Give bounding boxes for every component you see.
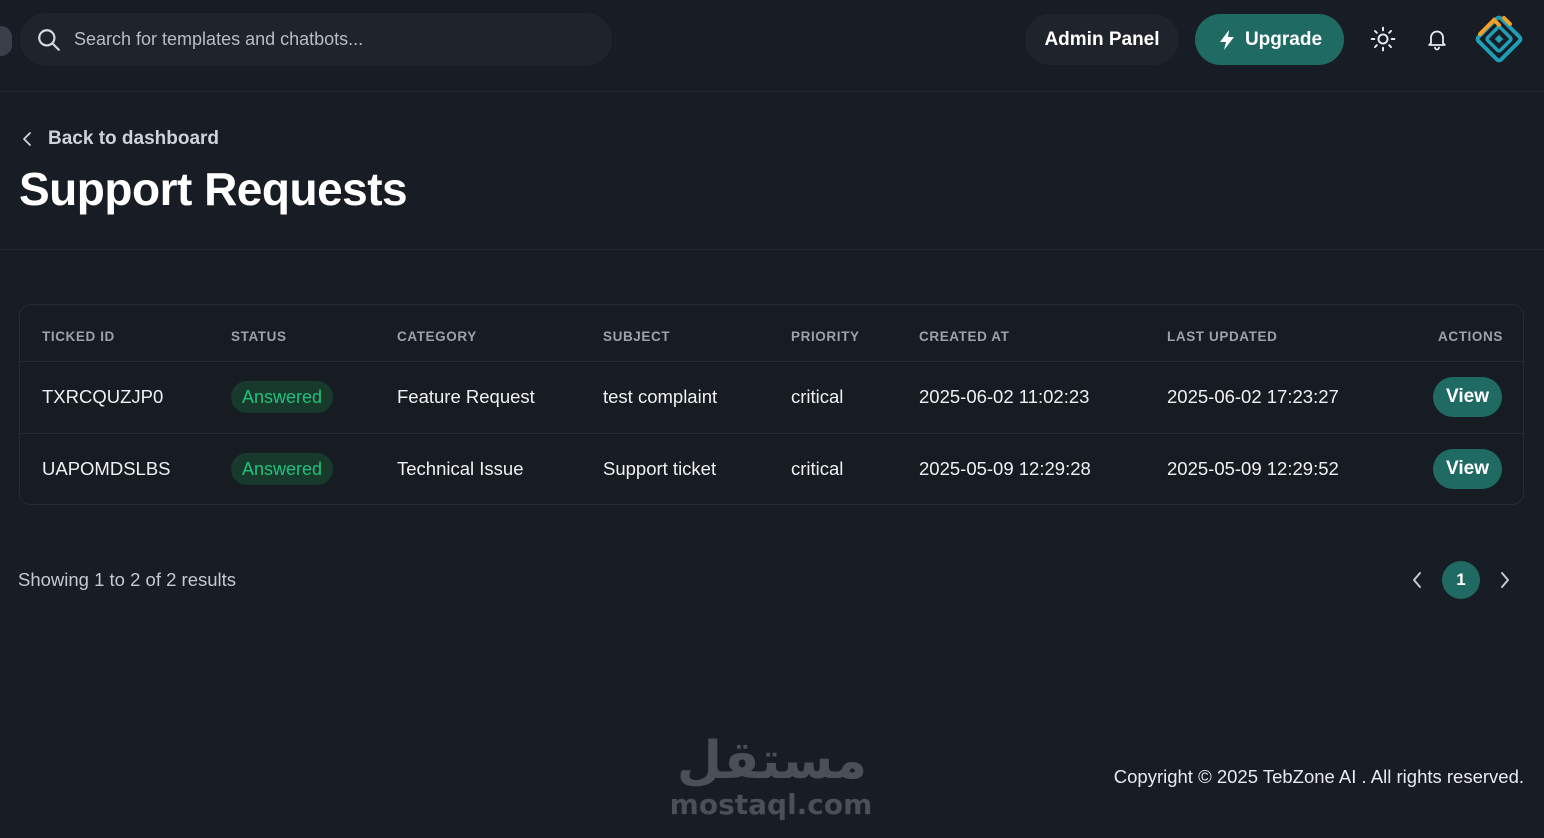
user-avatar[interactable]	[1474, 14, 1524, 64]
top-bar: Admin Panel Upgrade	[0, 0, 1544, 92]
support-requests-table: TICKED ID STATUS CATEGORY SUBJECT PRIORI…	[19, 304, 1524, 505]
column-header-ticket-id: TICKED ID	[42, 329, 115, 344]
upgrade-button[interactable]: Upgrade	[1195, 14, 1344, 65]
column-header-created-at: CREATED AT	[919, 329, 1010, 344]
priority-cell: critical	[791, 386, 844, 407]
column-header-subject: SUBJECT	[603, 329, 671, 344]
page-title: Support Requests	[19, 163, 408, 215]
results-summary: Showing 1 to 2 of 2 results	[18, 569, 237, 590]
column-header-category: CATEGORY	[397, 329, 477, 344]
category-cell: Feature Request	[397, 386, 535, 407]
upgrade-label: Upgrade	[1244, 28, 1323, 50]
chevron-left-icon	[1413, 572, 1421, 588]
sun-icon	[1370, 26, 1396, 52]
copyright-text: Copyright © 2025 TebZone AI . All rights…	[1113, 766, 1524, 787]
previous-page-button[interactable]	[1406, 568, 1428, 592]
chevron-right-icon	[1501, 572, 1509, 588]
next-page-button[interactable]	[1494, 568, 1516, 592]
page-number-button[interactable]: 1	[1442, 561, 1480, 599]
priority-cell: critical	[791, 458, 844, 479]
sidebar-toggle[interactable]	[0, 26, 12, 56]
view-button[interactable]: View	[1433, 449, 1502, 489]
category-cell: Technical Issue	[397, 458, 524, 479]
lightning-icon	[1219, 29, 1234, 50]
ticket-id-cell: TXRCQUZJP0	[42, 386, 164, 407]
watermark-latin: mostaql.com	[672, 788, 872, 821]
section-divider	[0, 249, 1544, 250]
ticket-id-cell: UAPOMDSLBS	[42, 458, 171, 479]
notifications-button[interactable]	[1422, 24, 1452, 54]
view-button[interactable]: View	[1433, 377, 1502, 417]
back-to-dashboard-link[interactable]: Back to dashboard	[20, 126, 219, 152]
table-header: TICKED ID STATUS CATEGORY SUBJECT PRIORI…	[20, 305, 1523, 362]
last-updated-cell: 2025-06-02 17:23:27	[1167, 386, 1339, 407]
column-header-last-updated: LAST UPDATED	[1167, 329, 1278, 344]
theme-toggle-button[interactable]	[1368, 24, 1398, 54]
created-at-cell: 2025-06-02 11:02:23	[919, 386, 1090, 407]
status-badge: Answered	[231, 453, 334, 485]
column-header-priority: PRIORITY	[791, 329, 860, 344]
subject-cell: Support ticket	[603, 458, 717, 479]
search-bar[interactable]	[20, 13, 612, 66]
admin-panel-button[interactable]: Admin Panel	[1025, 14, 1179, 65]
bell-icon	[1428, 30, 1446, 51]
column-header-actions: ACTIONS	[1438, 329, 1503, 344]
table-row: TXRCQUZJP0 Answered Feature Request test…	[20, 362, 1523, 434]
table-row: UAPOMDSLBS Answered Technical Issue Supp…	[20, 434, 1523, 504]
subject-cell: test complaint	[603, 386, 718, 407]
back-label: Back to dashboard	[48, 128, 220, 149]
search-icon	[38, 28, 60, 51]
created-at-cell: 2025-05-09 12:29:28	[919, 458, 1091, 479]
mostaql-watermark-logo: مستقل mostaql.com	[672, 731, 872, 821]
search-input[interactable]	[74, 29, 574, 50]
column-header-status: STATUS	[231, 329, 287, 344]
status-badge: Answered	[231, 381, 334, 413]
watermark-arabic: مستقل	[677, 731, 867, 791]
last-updated-cell: 2025-05-09 12:29:52	[1167, 458, 1339, 479]
chevron-left-icon	[23, 132, 31, 146]
